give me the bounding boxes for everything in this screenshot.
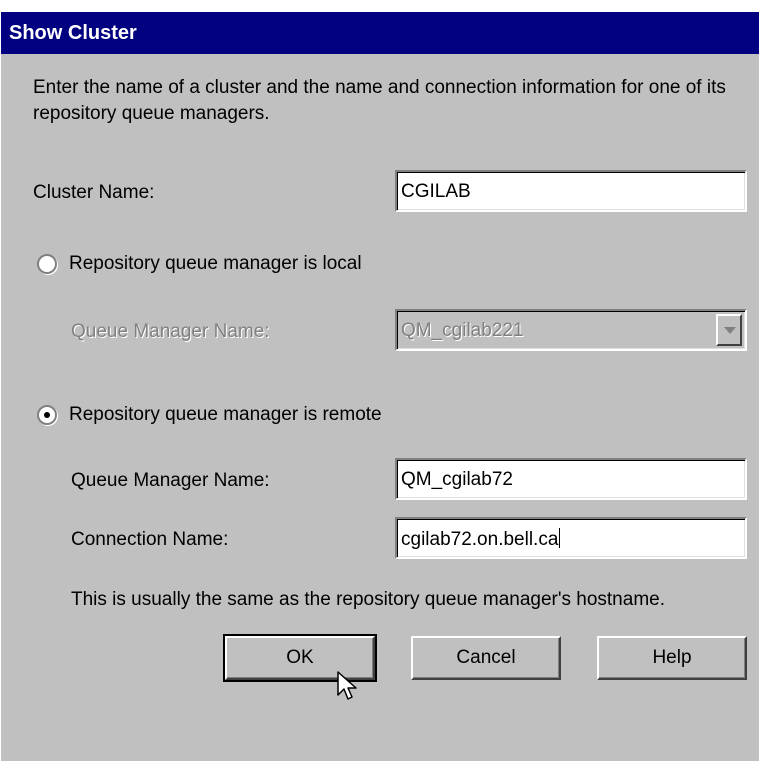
cluster-name-value: CGILAB (401, 181, 471, 202)
remote-radio-label[interactable]: Repository queue manager is remote (69, 404, 382, 426)
local-qm-value: QM_cgilab221 (401, 320, 524, 341)
cancel-button[interactable]: Cancel (411, 636, 561, 680)
hostname-hint: This is usually the same as the reposito… (71, 589, 665, 610)
remote-radio[interactable] (37, 405, 57, 425)
local-radio-label[interactable]: Repository queue manager is local (69, 253, 362, 275)
connection-name-field[interactable]: cgilab72.on.bell.ca (395, 517, 747, 559)
local-qm-label: Queue Manager Name: (71, 321, 270, 342)
mouse-pointer-icon (337, 671, 357, 700)
show-cluster-dialog: Show Cluster Enter the name of a cluster… (1, 12, 759, 761)
cluster-name-label: Cluster Name: (33, 182, 155, 203)
remote-qm-label: Queue Manager Name: (71, 470, 270, 491)
cluster-name-field[interactable]: CGILAB (395, 170, 747, 212)
connection-name-value: cgilab72.on.bell.ca (401, 529, 559, 550)
help-button[interactable]: Help (597, 636, 747, 680)
radio-selected-dot (44, 412, 50, 418)
dialog-title: Show Cluster (1, 12, 759, 54)
local-qm-select[interactable]: QM_cgilab221 (395, 309, 747, 351)
dropdown-button[interactable] (716, 314, 742, 346)
local-radio[interactable] (37, 254, 57, 274)
connection-name-label: Connection Name: (71, 529, 229, 550)
text-caret (559, 528, 561, 548)
remote-qm-field[interactable]: QM_cgilab72 (395, 458, 747, 500)
dialog-description: Enter the name of a cluster and the name… (33, 77, 726, 124)
chevron-down-icon (724, 327, 736, 334)
remote-qm-value: QM_cgilab72 (401, 469, 513, 490)
